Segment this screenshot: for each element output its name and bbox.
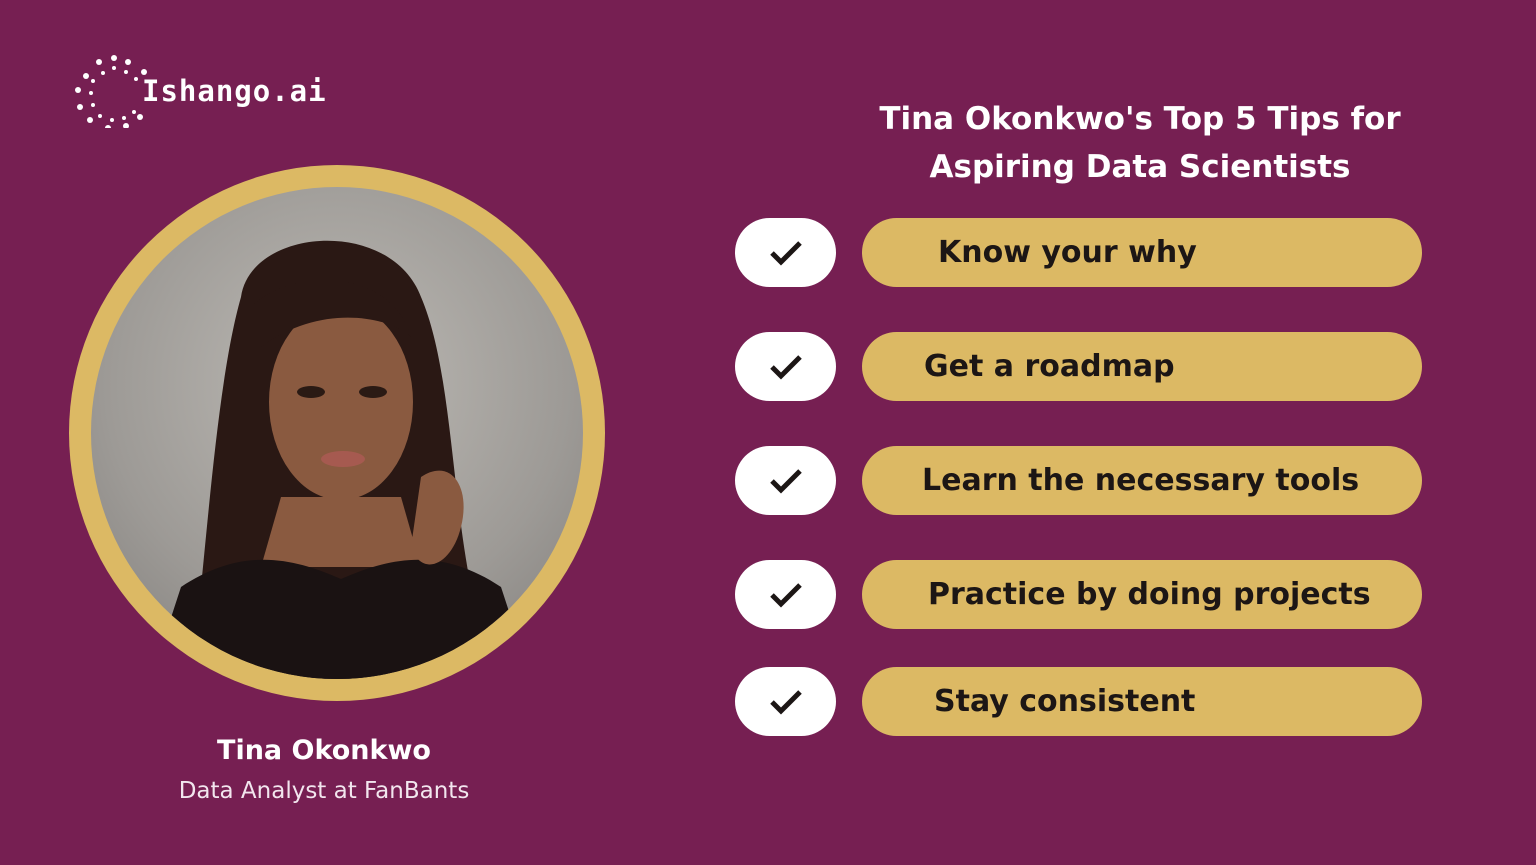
brand-logo: Ishango.ai — [68, 48, 388, 128]
tip-pill: Practice by doing projects — [862, 560, 1422, 629]
portrait-illustration — [151, 240, 531, 679]
tip-pill: Get a roadmap — [862, 332, 1422, 401]
profile-name: Tina Okonkwo — [217, 735, 431, 766]
profile-role: Data Analyst at FanBants — [178, 778, 470, 804]
check-icon — [769, 582, 802, 608]
check-icon — [769, 468, 802, 494]
tip-item: Stay consistent — [735, 667, 1423, 736]
check-icon — [769, 240, 802, 266]
dotted-circle-logo-icon — [75, 55, 147, 128]
tip-label: Practice by doing projects — [928, 577, 1371, 612]
tip-pill: Stay consistent — [862, 667, 1422, 736]
check-badge — [735, 667, 836, 736]
check-badge — [735, 446, 836, 515]
portrait-photo — [91, 187, 583, 679]
check-icon — [769, 354, 802, 380]
tip-label: Learn the necessary tools — [922, 463, 1360, 498]
tip-item: Know your why — [735, 218, 1423, 287]
tip-label: Get a roadmap — [924, 349, 1175, 384]
check-badge — [735, 218, 836, 287]
title-line-2: Aspiring Data Scientists — [929, 149, 1351, 185]
portrait-frame — [69, 165, 605, 701]
tip-item: Get a roadmap — [735, 332, 1423, 401]
check-icon — [769, 689, 802, 715]
title-line-1: Tina Okonkwo's Top 5 Tips for — [879, 101, 1401, 137]
tip-item: Learn the necessary tools — [735, 446, 1423, 515]
tip-label: Stay consistent — [934, 684, 1196, 719]
page-title: Tina Okonkwo's Top 5 Tips for Aspiring D… — [860, 95, 1420, 191]
check-badge — [735, 332, 836, 401]
tip-pill: Know your why — [862, 218, 1422, 287]
tip-label: Know your why — [938, 235, 1197, 270]
check-badge — [735, 560, 836, 629]
brand-name: Ishango.ai — [142, 74, 327, 108]
tip-item: Practice by doing projects — [735, 560, 1423, 629]
tip-pill: Learn the necessary tools — [862, 446, 1422, 515]
